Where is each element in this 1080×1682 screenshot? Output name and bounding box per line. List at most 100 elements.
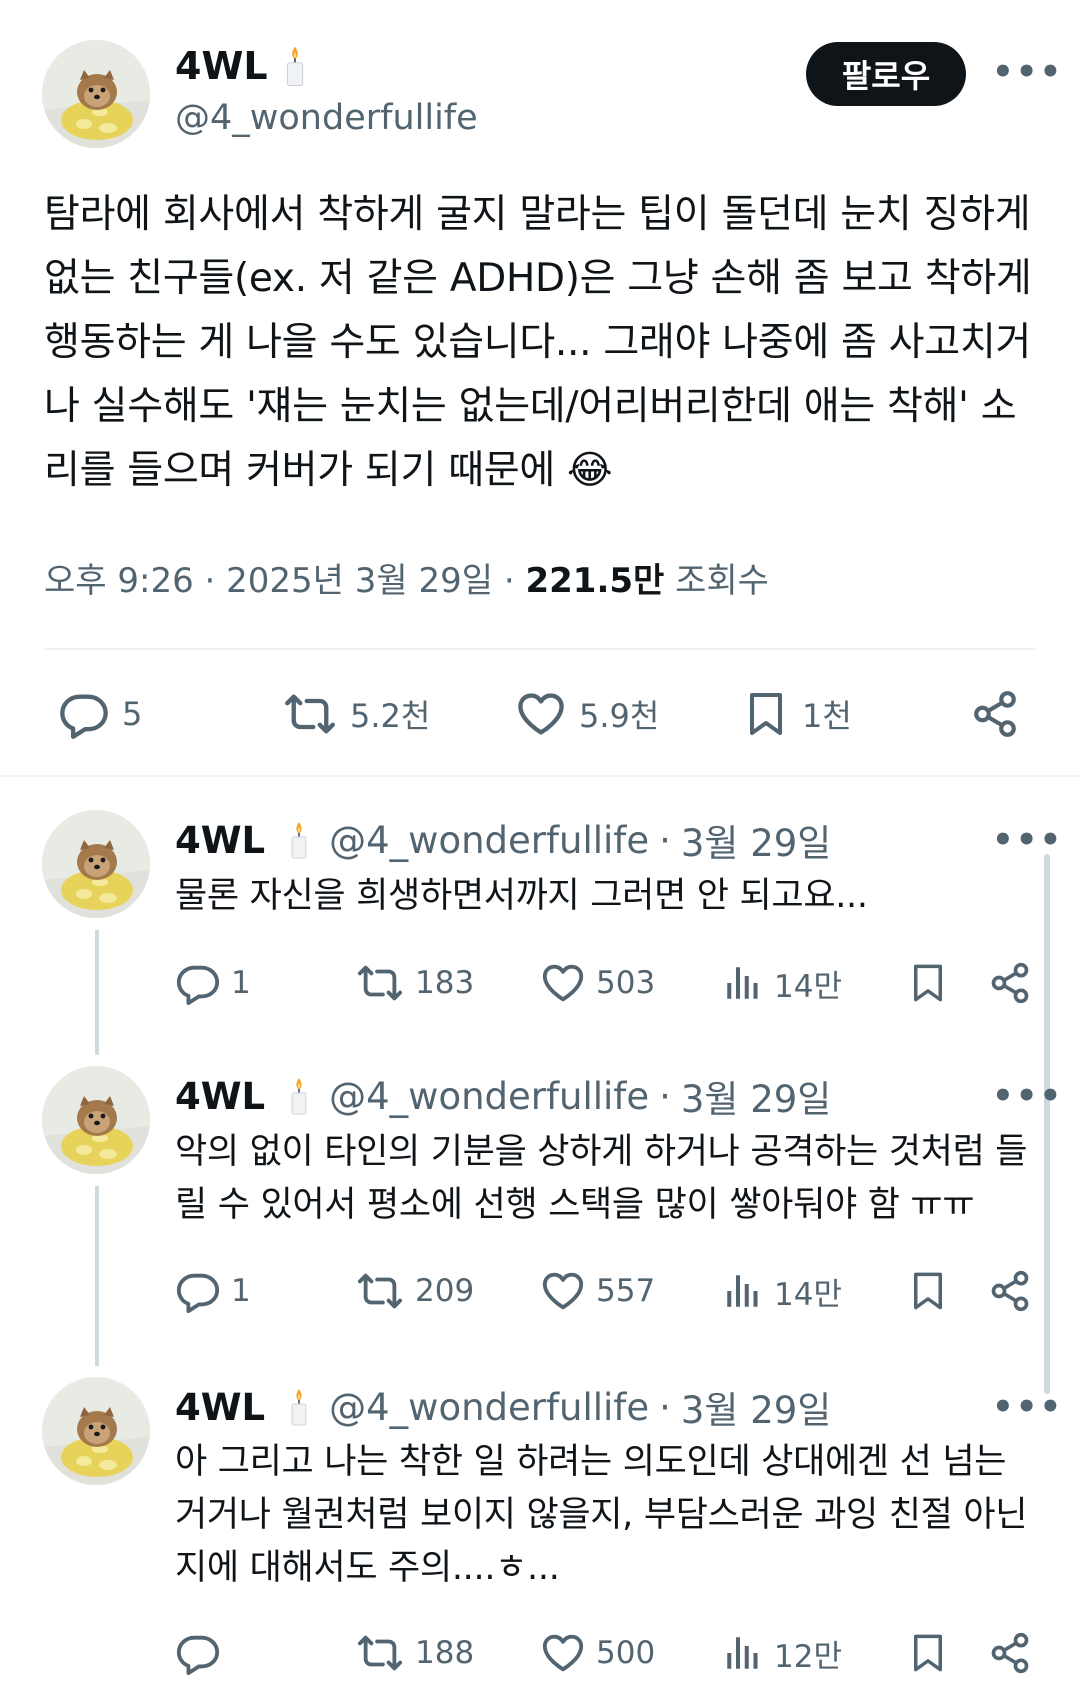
post-date[interactable]: 2025년 3월 29일 [226, 561, 493, 601]
repost-count: 188 [415, 1635, 475, 1671]
reply-handle[interactable]: @4_wonderfullife [329, 819, 649, 862]
reply-display-name[interactable]: 4WL [175, 1075, 265, 1118]
reply-display-name[interactable]: 4WL [175, 1386, 265, 1429]
reply-avatar[interactable] [42, 1377, 150, 1485]
share-button[interactable] [988, 960, 1032, 1006]
reply-icon [175, 1630, 221, 1676]
candle-emoji-icon [287, 1386, 311, 1428]
follow-button[interactable]: 팔로우 [806, 42, 966, 106]
more-options-icon[interactable]: ••• [992, 1387, 1063, 1427]
share-icon [988, 1268, 1032, 1314]
share-button[interactable] [988, 1268, 1032, 1314]
views-count: 14만 [774, 1276, 842, 1313]
candle-emoji-icon [287, 1075, 311, 1117]
more-options-icon[interactable]: ••• [992, 1076, 1063, 1116]
reply-header: 4WL @4_wonderfullife · 3월 29일 [175, 813, 831, 867]
bookmark-button[interactable] [907, 1630, 949, 1676]
like-button[interactable]: 557 [540, 1268, 655, 1314]
bookmark-count: 1천 [802, 697, 852, 735]
like-button[interactable]: 503 [540, 960, 655, 1006]
reply-icon [175, 1268, 221, 1314]
repost-icon [355, 960, 405, 1006]
views-count: 12만 [774, 1638, 842, 1675]
reply-header: 4WL @4_wonderfullife · 3월 29일 [175, 1069, 831, 1123]
like-button[interactable]: 5.9천 [515, 688, 659, 740]
thread-line [95, 930, 99, 1055]
share-icon [970, 688, 1020, 740]
author-name-row[interactable]: 4WL [175, 44, 308, 88]
bookmark-button[interactable] [907, 960, 949, 1006]
like-button[interactable]: 500 [540, 1630, 655, 1676]
analytics-icon [722, 1630, 764, 1676]
bookmark-icon [907, 1268, 949, 1314]
divider [44, 648, 1036, 650]
repost-icon [282, 688, 338, 740]
reply-count: 1 [231, 1273, 251, 1309]
reply-avatar[interactable] [42, 810, 150, 918]
views-button[interactable]: 14만 [722, 960, 842, 1006]
post-meta: 오후 9:26 · 2025년 3월 29일 · 221.5만 조회수 [44, 561, 769, 601]
repost-count: 183 [415, 965, 475, 1001]
share-button[interactable] [970, 688, 1020, 740]
bookmark-button[interactable] [907, 1268, 949, 1314]
scrollbar[interactable] [1044, 854, 1050, 1394]
views-count: 14만 [774, 968, 842, 1005]
reply-button[interactable]: 1 [175, 1268, 251, 1314]
analytics-icon [722, 960, 764, 1006]
reply-avatar[interactable] [42, 1066, 150, 1174]
repost-button[interactable]: 209 [355, 1268, 474, 1314]
heart-icon [515, 688, 567, 740]
reply-icon [58, 688, 110, 740]
reply-display-name[interactable]: 4WL [175, 819, 265, 862]
author-avatar[interactable] [42, 40, 150, 148]
reply-button[interactable]: 5 [58, 688, 142, 740]
reply-header: 4WL @4_wonderfullife · 3월 29일 [175, 1380, 831, 1434]
post-time[interactable]: 오후 9:26 [44, 561, 194, 601]
reply-handle[interactable]: @4_wonderfullife [329, 1386, 649, 1429]
more-options-icon[interactable]: ••• [992, 52, 1063, 92]
post-text: 탐라에 회사에서 착하게 굴지 말라는 팁이 돌던데 눈치 징하게 없는 친구들… [44, 192, 1032, 493]
share-button[interactable] [988, 1630, 1032, 1676]
reply-text: 물론 자신을 희생하면서까지 그러면 안 되고요... [175, 876, 868, 916]
reply-button[interactable] [175, 1630, 231, 1676]
author-display-name[interactable]: 4WL [175, 44, 268, 88]
reply-date[interactable]: 3월 29일 [681, 1069, 831, 1123]
reply-icon [175, 960, 221, 1006]
share-icon [988, 960, 1032, 1006]
heart-icon [540, 960, 586, 1006]
share-icon [988, 1630, 1032, 1676]
heart-icon [540, 1268, 586, 1314]
heart-icon [540, 1630, 586, 1676]
candle-emoji-icon [282, 44, 308, 88]
bookmark-button[interactable]: 1천 [742, 688, 852, 740]
reply-date[interactable]: 3월 29일 [681, 813, 831, 867]
like-count: 503 [596, 965, 656, 1001]
reply-text: 아 그리고 나는 착한 일 하려는 의도인데 상대에겐 선 넘는 거거나 월권처… [175, 1442, 1028, 1588]
reply-handle[interactable]: @4_wonderfullife [329, 1075, 649, 1118]
like-count: 500 [596, 1635, 656, 1671]
views-button[interactable]: 14만 [722, 1268, 842, 1314]
more-options-icon[interactable]: ••• [992, 820, 1063, 860]
views-button[interactable]: 12만 [722, 1630, 842, 1676]
repost-icon [355, 1630, 405, 1676]
candle-emoji-icon [287, 819, 311, 861]
divider [0, 775, 1080, 777]
repost-button[interactable]: 5.2천 [282, 688, 430, 740]
analytics-icon [722, 1268, 764, 1314]
thread-line [95, 1186, 99, 1366]
reply-text: 악의 없이 타인의 기분을 상하게 하거나 공격하는 것처럼 들릴 수 있어서 … [175, 1132, 1028, 1225]
bookmark-icon [907, 1630, 949, 1676]
repost-button[interactable]: 183 [355, 960, 474, 1006]
views-label: 조회수 [675, 561, 769, 601]
bookmark-icon [742, 688, 790, 740]
reply-count: 1 [231, 965, 251, 1001]
reply-date[interactable]: 3월 29일 [681, 1380, 831, 1434]
bookmark-icon [907, 960, 949, 1006]
repost-button[interactable]: 188 [355, 1630, 474, 1676]
repost-icon [355, 1268, 405, 1314]
repost-count: 5.2천 [350, 697, 431, 735]
repost-count: 209 [415, 1273, 475, 1309]
like-count: 5.9천 [579, 697, 660, 735]
author-handle[interactable]: @4_wonderfullife [175, 98, 478, 138]
reply-button[interactable]: 1 [175, 960, 251, 1006]
